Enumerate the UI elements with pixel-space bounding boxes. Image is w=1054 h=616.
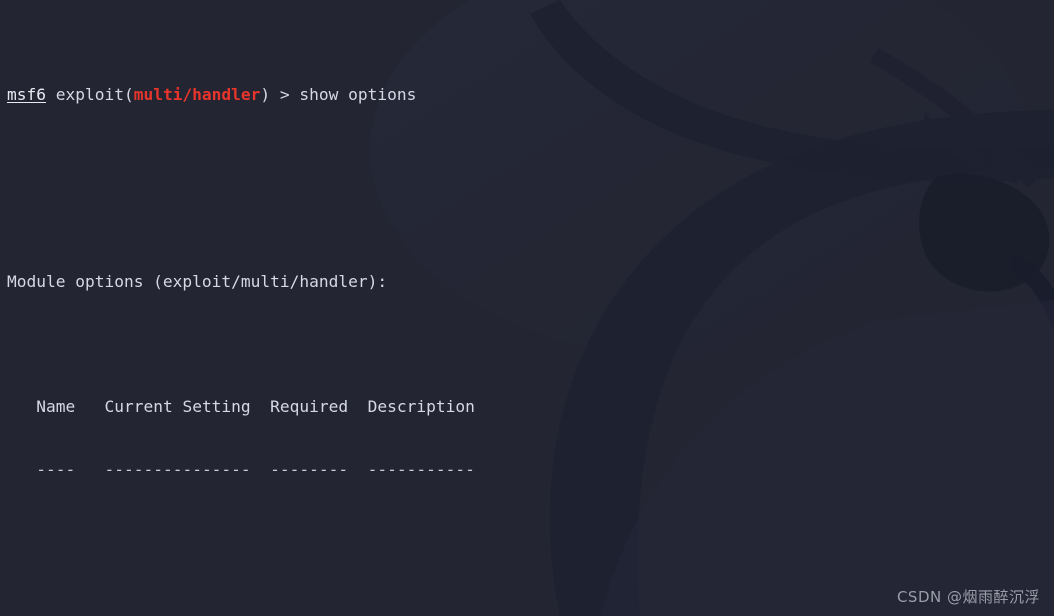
module-options-header-row: Name Current Setting Required Descriptio… bbox=[7, 397, 1054, 418]
terminal-output: msf6 exploit(multi/handler) > show optio… bbox=[0, 0, 1054, 616]
prompt-host: msf6 bbox=[7, 85, 46, 105]
prompt-module-suffix: ) > bbox=[260, 85, 300, 105]
module-options-heading: Module options (exploit/multi/handler): bbox=[7, 272, 388, 292]
module-rule-required: -------- bbox=[270, 459, 349, 479]
command-show-options: show options bbox=[299, 85, 417, 105]
module-rule-description: ----------- bbox=[367, 459, 475, 479]
terminal-window[interactable]: msf6 exploit(multi/handler) > show optio… bbox=[0, 0, 1054, 616]
csdn-watermark: CSDN @烟雨醉沉浮 bbox=[896, 588, 1040, 607]
module-col-current-setting: Current Setting bbox=[104, 397, 251, 417]
prompt-line-show-options: msf6 exploit(multi/handler) > show optio… bbox=[7, 85, 1054, 106]
prompt-module-name: multi/handler bbox=[133, 85, 261, 105]
module-col-description: Description bbox=[367, 397, 475, 417]
module-col-name: Name bbox=[36, 397, 76, 417]
module-rule-current-setting: --------------- bbox=[104, 459, 251, 479]
module-col-required: Required bbox=[270, 397, 349, 417]
module-options-rule-row: ---- --------------- -------- ----------… bbox=[7, 460, 1054, 481]
module-rule-name: ---- bbox=[36, 459, 76, 479]
prompt-module-prefix: exploit( bbox=[45, 85, 134, 105]
